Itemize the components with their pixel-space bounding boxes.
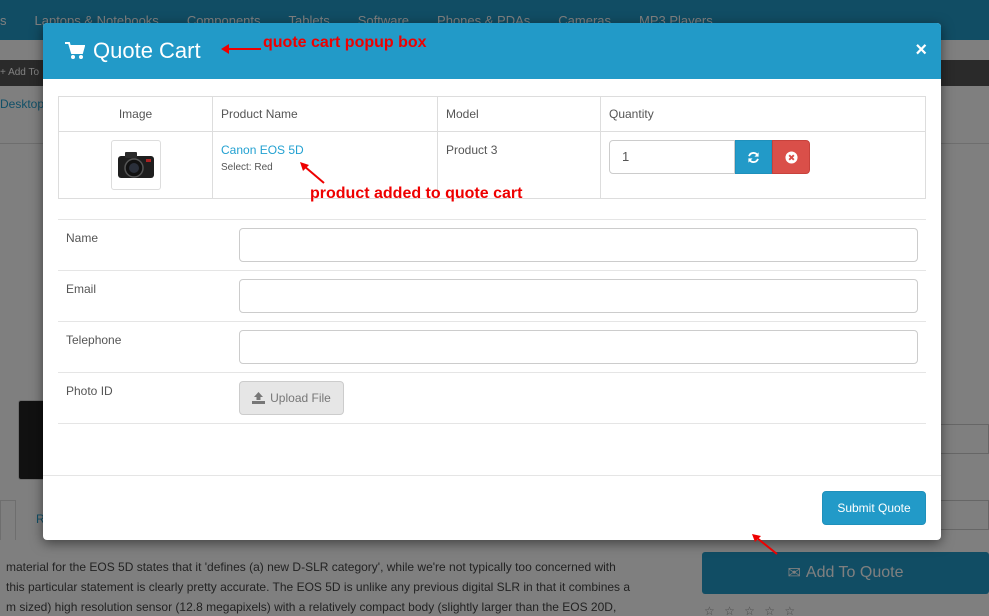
column-header-product-name: Product Name [212, 96, 438, 132]
upload-icon [252, 392, 266, 404]
product-image-cell [58, 131, 213, 199]
upload-file-label: Upload File [270, 391, 331, 405]
photo-id-label: Photo ID [66, 384, 113, 398]
modal-header: Quote Cart × [43, 23, 941, 79]
telephone-label: Telephone [66, 333, 122, 347]
table-header-row: Image Product Name Model Quantity [58, 96, 926, 132]
quote-cart-table: Image Product Name Model Quantity Canon … [58, 96, 926, 199]
quantity-input[interactable]: 1 [609, 140, 735, 174]
close-icon[interactable]: × [915, 39, 927, 62]
up-left-arrow-icon [300, 162, 325, 184]
column-header-model: Model [437, 96, 601, 132]
form-row-email: Email [58, 270, 926, 321]
refresh-icon [748, 151, 759, 163]
column-header-image: Image [58, 96, 213, 132]
form-row-photo-id: Photo ID Upload File [58, 372, 926, 424]
email-label: Email [66, 282, 97, 296]
camera-icon [117, 152, 154, 178]
email-field[interactable] [239, 279, 918, 313]
name-field[interactable] [239, 228, 918, 262]
form-row-telephone: Telephone [58, 321, 926, 372]
remove-product-button[interactable] [772, 140, 810, 174]
annotation-popup-box: quote cart popup box [263, 34, 427, 51]
quantity-group: 1 [609, 140, 917, 174]
quantity-cell: 1 [600, 131, 926, 199]
telephone-field[interactable] [239, 330, 918, 364]
annotation-product-added: product added to quote cart [310, 185, 523, 202]
left-arrow-icon [221, 44, 261, 54]
upload-file-button[interactable]: Upload File [239, 381, 344, 415]
modal-title: Quote Cart [65, 38, 201, 64]
product-image[interactable] [110, 140, 161, 190]
form-row-name: Name [58, 219, 926, 270]
modal-title-text: Quote Cart [93, 38, 201, 63]
update-quantity-button[interactable] [735, 140, 772, 174]
name-label: Name [66, 231, 99, 245]
product-link[interactable]: Canon EOS 5D [221, 143, 429, 157]
modal-footer-divider [43, 475, 941, 476]
remove-circle-icon [784, 150, 798, 164]
quote-cart-modal: Quote Cart × quote cart popup box Image … [43, 23, 941, 540]
submit-quote-button[interactable]: Submit Quote [822, 491, 926, 525]
column-header-quantity: Quantity [600, 96, 926, 132]
up-left-arrow-icon [752, 534, 778, 555]
shopping-cart-icon [65, 42, 85, 59]
